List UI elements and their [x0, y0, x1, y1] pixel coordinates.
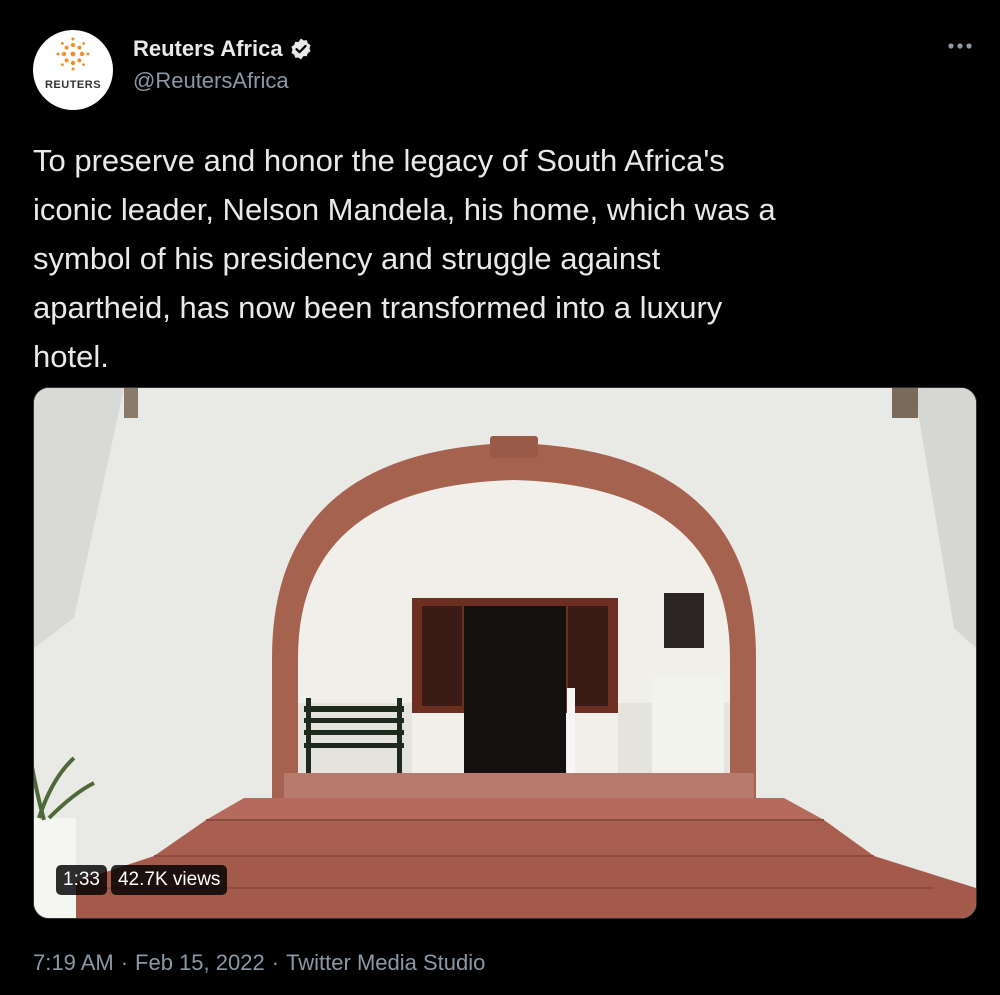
author-handle[interactable]: @ReutersAfrica [133, 68, 289, 94]
more-options-button[interactable] [944, 34, 976, 58]
reuters-logo-icon [56, 37, 90, 71]
meta-separator: · [120, 950, 129, 975]
tweet-time[interactable]: 7:19 AM [33, 950, 114, 976]
video-duration: 1:33 [56, 865, 107, 895]
tweet-date[interactable]: Feb 15, 2022 [135, 950, 265, 976]
video-view-count: 42.7K views [110, 865, 228, 895]
verified-badge-icon [291, 38, 311, 60]
avatar[interactable]: REUTERS [33, 30, 113, 110]
tweet: REUTERS Reuters Africa @ReutersAfrica To… [0, 0, 1000, 995]
meta-separator: · [271, 950, 280, 975]
video-badges: 1:33 42.7K views [56, 865, 228, 895]
more-options-icon [948, 43, 972, 49]
tweet-source[interactable]: Twitter Media Studio [286, 950, 485, 976]
video-thumbnail [34, 388, 976, 918]
display-name[interactable]: Reuters Africa [133, 36, 283, 62]
avatar-label: REUTERS [44, 79, 102, 91]
video-player[interactable]: 1:33 42.7K views [33, 387, 977, 919]
tweet-metadata: 7:19 AM · Feb 15, 2022 · Twitter Media S… [33, 950, 485, 976]
tweet-text: To preserve and honor the legacy of Sout… [33, 143, 776, 374]
author-name-row: Reuters Africa [133, 34, 313, 64]
